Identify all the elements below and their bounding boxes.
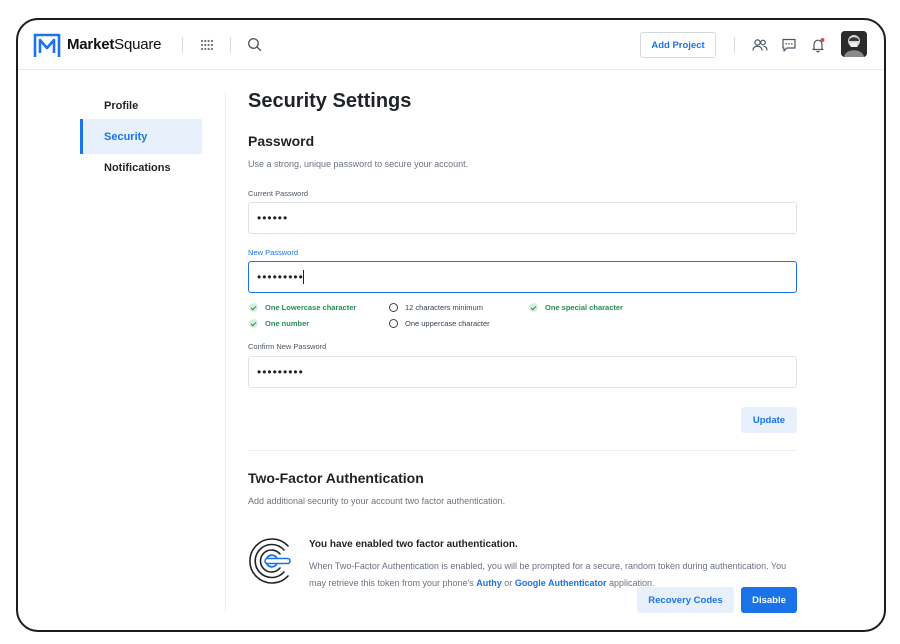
two-factor-status-title: You have enabled two factor authenticati… [309,539,518,550]
requirement-label: One number [265,319,310,328]
text-cursor [303,270,304,284]
brand-name-bold: Market [67,36,115,53]
requirement-number: One number [249,319,309,328]
chat-icon[interactable] [781,37,797,53]
check-icon [249,319,258,328]
two-factor-section-description: Add additional security to your account … [248,496,506,506]
new-password-input[interactable] [248,261,797,293]
google-authenticator-link[interactable]: Google Authenticator [515,578,607,588]
header-divider [734,37,735,53]
apps-grid-icon[interactable] [200,39,214,51]
header-divider [230,37,231,53]
avatar[interactable] [841,31,867,57]
new-password-label: New Password [248,248,299,257]
requirement-label: One Lowercase character [265,303,357,312]
confirm-password-input[interactable] [248,356,797,388]
disable-button[interactable]: Disable [741,587,797,613]
app-window: MarketSquare Add Project Profile Securit… [16,18,886,632]
password-section-title: Password [248,133,315,149]
recovery-codes-button[interactable]: Recovery Codes [637,587,734,613]
notification-dot [820,38,825,42]
current-password-label: Current Password [248,189,309,198]
requirement-uppercase: One uppercase character [389,319,490,328]
bell-icon[interactable] [810,37,826,53]
check-icon [249,303,258,312]
brand-name[interactable]: MarketSquare [67,36,162,53]
password-section-description: Use a strong, unique password to secure … [248,159,469,169]
column-divider [225,92,226,612]
empty-circle-icon [389,303,398,312]
sidebar-item-security[interactable]: Security [80,119,202,154]
requirement-label: One uppercase character [405,319,490,328]
sidebar-item-notifications[interactable]: Notifications [80,150,202,185]
sidebar-item-profile[interactable]: Profile [80,88,202,123]
requirement-lowercase: One Lowercase character [249,303,356,312]
page-title: Security Settings [248,90,412,112]
search-icon[interactable] [247,37,262,52]
confirm-password-label: Confirm New Password [248,342,327,351]
requirement-special-char: One special character [529,303,623,312]
two-factor-section-title: Two-Factor Authentication [248,470,424,486]
requirement-min-length: 12 characters minimum [389,303,483,312]
requirement-label: 12 characters minimum [405,303,483,312]
fingerprint-icon [249,538,291,584]
header-divider [182,37,183,53]
brand-name-light: Square [114,36,162,53]
section-divider [248,450,797,451]
current-password-input[interactable] [248,202,797,234]
app-logo[interactable] [33,31,61,59]
authy-link[interactable]: Authy [476,578,502,588]
top-navigation-bar: MarketSquare Add Project [18,20,884,70]
update-button[interactable]: Update [741,407,797,433]
empty-circle-icon [389,319,398,328]
users-icon[interactable] [752,37,768,53]
requirement-label: One special character [545,303,623,312]
add-project-button[interactable]: Add Project [640,32,716,58]
check-icon [529,303,538,312]
two-factor-text-part: or [501,578,515,588]
